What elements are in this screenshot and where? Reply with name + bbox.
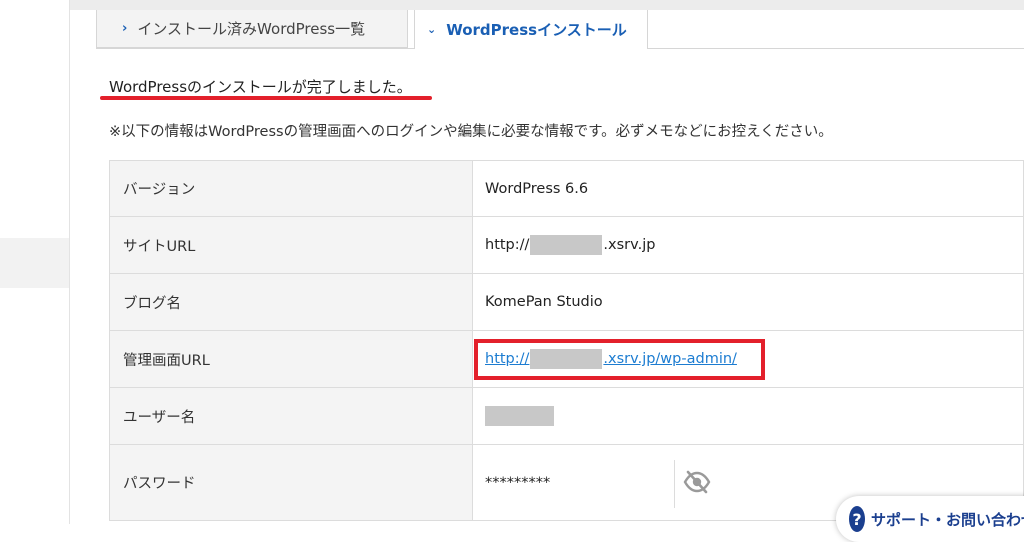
highlight-underline (100, 96, 432, 100)
tab-wordpress-install[interactable]: ⌄ WordPressインストール (414, 10, 648, 49)
tab-border (648, 48, 1024, 49)
admin-url-highlight-box (474, 339, 765, 380)
sidebar (0, 0, 70, 524)
top-bar (0, 0, 1024, 10)
tab-install-label: WordPressインストール (446, 21, 627, 39)
blog-name-label: ブログ名 (109, 273, 473, 331)
version-value: WordPress 6.6 (472, 160, 1024, 217)
site-url-value: http:// .xsrv.jp (472, 216, 1024, 274)
tab-border (96, 48, 414, 49)
table-row: ユーザー名 (109, 387, 1024, 445)
table-row: サイトURL http:// .xsrv.jp (109, 216, 1024, 274)
redacted-block (485, 406, 554, 426)
table-row: ブログ名 KomePan Studio (109, 273, 1024, 331)
tab-installed-label: インストール済みWordPress一覧 (137, 20, 366, 38)
support-contact-button[interactable]: ? サポート・お問い合わせ (836, 496, 1024, 542)
help-icon: ? (849, 506, 865, 532)
chevron-down-icon: ⌄ (427, 23, 437, 36)
eye-slash-icon[interactable] (683, 469, 711, 495)
username-label: ユーザー名 (109, 387, 473, 445)
site-url-prefix: http:// (485, 237, 530, 253)
version-label: バージョン (109, 160, 473, 217)
password-label: パスワード (109, 444, 473, 521)
support-label: サポート・お問い合わせ (870, 510, 1024, 529)
password-divider (674, 460, 675, 508)
username-value (472, 387, 1024, 445)
chevron-right-icon: › (122, 21, 128, 36)
table-row: バージョン WordPress 6.6 (109, 160, 1024, 217)
sidebar-active-item[interactable] (0, 238, 69, 288)
site-url-suffix: .xsrv.jp (603, 237, 656, 253)
tab-installed-wordpress-list[interactable]: › インストール済みWordPress一覧 (96, 10, 408, 48)
info-note: ※以下の情報はWordPressの管理画面へのログインや編集に必要な情報です。必… (109, 124, 833, 140)
blog-name-value: KomePan Studio (472, 273, 1024, 331)
admin-url-label: 管理画面URL (109, 330, 473, 388)
install-complete-message: WordPressのインストールが完了しました。 (109, 78, 412, 96)
redacted-block (530, 235, 603, 255)
site-url-label: サイトURL (109, 216, 473, 274)
